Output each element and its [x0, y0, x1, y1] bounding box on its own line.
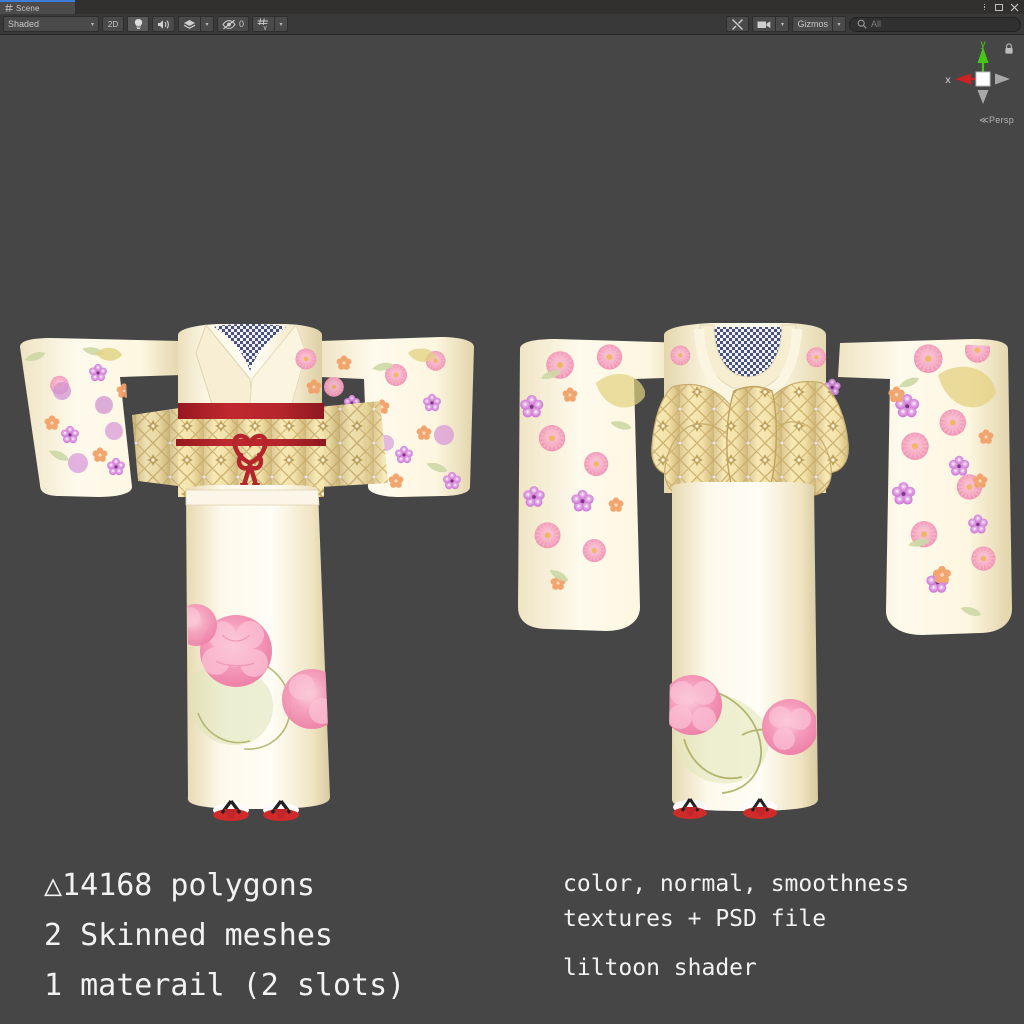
unity-editor-window: Scene Shaded ▾ 2D ▾ 0 y ▾ ▾ Gizmos ▾ All… [0, 0, 1024, 1024]
effects-icon-svg [183, 19, 196, 29]
front-obiage [178, 403, 324, 421]
gizmos-button[interactable]: Gizmos [792, 16, 832, 32]
gizmos-label: Gizmos [797, 19, 828, 29]
back-obi-bow [651, 380, 849, 497]
search-icon-svg [857, 19, 867, 29]
annotation-right-line-1: color, normal, smoothness [563, 871, 910, 897]
scene-camera-dropdown[interactable]: ▾ [775, 16, 790, 32]
grid-icon [5, 4, 13, 12]
kimono-front-view[interactable] [20, 323, 474, 821]
svg-text:y: y [263, 25, 267, 30]
scene-camera-button[interactable] [752, 16, 776, 32]
annotation-left-line-1: △14168 polygons [44, 868, 315, 903]
back-peony-left [668, 675, 722, 735]
audio-icon-svg [158, 19, 169, 29]
toggle-2d-label: 2D [107, 19, 119, 29]
scene-lighting-button[interactable] [127, 16, 149, 32]
chevron-down-icon: ▾ [837, 21, 841, 28]
scene-fx-button[interactable] [178, 16, 200, 32]
back-right-sleeve [838, 339, 1012, 635]
annotation-left: △14168 polygons 2 Skinned meshes 1 mater… [44, 861, 405, 1011]
scene-fx-dropdown[interactable]: ▾ [200, 16, 214, 32]
effects-group: ▾ [178, 16, 214, 32]
scene-3d-content[interactable] [0, 35, 1024, 825]
camera-icon-svg [757, 20, 771, 28]
tab-scene-label: Scene [16, 3, 40, 13]
back-peony-right [762, 699, 818, 755]
camera-group: ▾ [752, 16, 790, 32]
toggle-2d-button[interactable]: 2D [102, 16, 124, 32]
chevron-down-icon: ▾ [279, 21, 283, 28]
front-peony-right [282, 669, 332, 729]
window-tab-bar: Scene [0, 0, 1024, 14]
annotation-right-line-2: textures + PSD file [563, 906, 827, 932]
annotation-right-gap [563, 937, 909, 951]
chevron-down-icon: ▾ [205, 21, 209, 28]
tab-scene[interactable]: Scene [0, 0, 75, 14]
hidden-objects-count: 0 [239, 19, 245, 29]
hidden-objects-button[interactable]: 0 [217, 16, 250, 32]
close-icon[interactable] [1010, 3, 1019, 12]
tools-icon [731, 18, 744, 31]
scene-tools-button[interactable] [726, 16, 750, 32]
front-peony-small [186, 604, 217, 646]
front-obi-left-wing [132, 407, 186, 487]
annotation-left-line-3: 1 materail (2 slots) [44, 968, 406, 1003]
search-icon [857, 19, 867, 29]
scene-toolbar: Shaded ▾ 2D ▾ 0 y ▾ ▾ Gizmos ▾ All [0, 14, 1024, 35]
front-obi-right-wing [318, 401, 388, 487]
close-icon-svg [1010, 3, 1019, 11]
kimono-back-view[interactable] [518, 323, 1012, 819]
lightbulb-icon-svg [134, 19, 142, 30]
front-datejime [185, 489, 320, 506]
chevron-down-icon: ▾ [780, 21, 784, 28]
draw-mode-dropdown[interactable]: Shaded ▾ [3, 16, 99, 32]
gizmos-group: Gizmos ▾ [792, 16, 846, 32]
grid-snap-icon: y [257, 18, 270, 30]
audio-icon [157, 19, 170, 30]
annotation-right-line-3: liltoon shader [563, 955, 757, 981]
grid-group: y ▾ [252, 16, 289, 32]
eye-off-icon [222, 19, 236, 30]
search-placeholder: All [871, 19, 882, 29]
kebab-menu-icon[interactable] [981, 3, 988, 11]
scene-audio-button[interactable] [152, 16, 175, 32]
annotation-right: color, normal, smoothness textures + PSD… [563, 867, 909, 986]
annotation-left-line-2: 2 Skinned meshes [44, 918, 333, 953]
grid-snap-button[interactable]: y [252, 16, 275, 32]
tools-icon-svg [732, 18, 744, 30]
chevron-down-icon: ▾ [90, 21, 94, 28]
scene-viewport[interactable]: y x ≪Persp △14168 polygons 2 Skinned mes… [0, 35, 1024, 1024]
maximize-icon[interactable] [995, 3, 1003, 11]
search-input[interactable]: All [849, 16, 1021, 32]
draw-mode-label: Shaded [8, 19, 40, 29]
grid-dropdown[interactable]: ▾ [274, 16, 289, 32]
lightbulb-icon [133, 18, 144, 30]
grid-snap-icon-svg: y [257, 18, 269, 30]
gizmos-dropdown[interactable]: ▾ [832, 16, 846, 32]
tab-bar-spacer [75, 0, 981, 14]
camera-icon [757, 20, 771, 29]
eye-off-icon-svg [222, 19, 236, 29]
effects-icon [183, 19, 196, 30]
window-controls [981, 3, 1024, 12]
grid-icon-svg [5, 4, 13, 12]
